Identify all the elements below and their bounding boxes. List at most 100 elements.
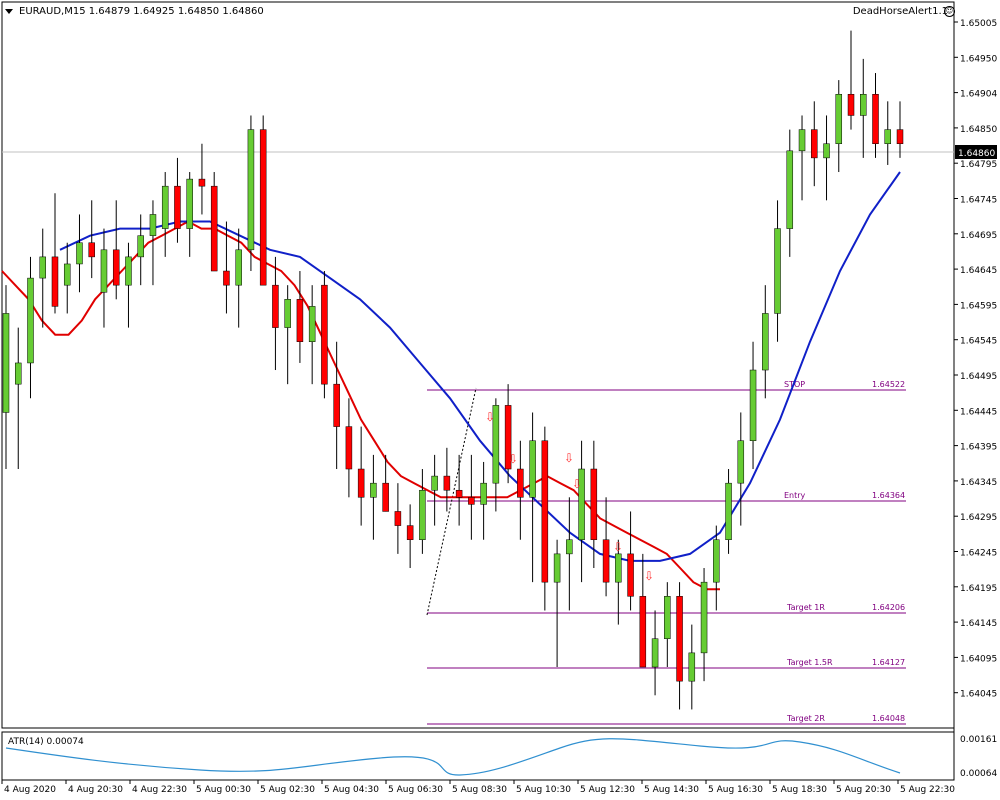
bear-candle <box>51 256 59 307</box>
level-value: 1.64522 <box>872 380 905 389</box>
bear-candle <box>394 511 402 526</box>
price-tick-label: 1.64695 <box>960 231 997 241</box>
level-value: 1.64048 <box>872 714 905 723</box>
bull-candle <box>737 440 745 484</box>
bull-candle <box>76 242 83 265</box>
time-tick-label: 5 Aug 12:30 <box>580 785 635 795</box>
price-chart[interactable]: STOP 1.64522Entry 1.64364Target 1R 1.64206T… <box>0 0 1000 800</box>
time-tick-label: 4 Aug 22:30 <box>132 785 187 795</box>
bull-candle <box>884 129 892 144</box>
atr-axis-label: 0.00161 <box>960 735 997 745</box>
bear-candle <box>872 93 879 144</box>
bear-candle <box>590 468 598 540</box>
bear-candle <box>357 468 365 498</box>
sell-signal-arrow-icon: ⇩ <box>613 540 623 554</box>
bear-candle <box>541 440 549 583</box>
bear-candle <box>321 284 328 385</box>
bear-candle <box>345 426 353 470</box>
bull-candle <box>651 638 659 668</box>
bull-candle <box>235 249 242 286</box>
price-tick-label: 1.64645 <box>960 266 997 276</box>
bear-candle <box>174 185 181 229</box>
time-tick-label: 5 Aug 10:30 <box>516 785 571 795</box>
time-tick-label: 5 Aug 02:30 <box>260 785 315 795</box>
sell-signal-arrow-icon: ⇩ <box>644 569 654 583</box>
bull-candle <box>553 553 561 583</box>
bull-candle <box>786 150 794 229</box>
bear-candle <box>272 284 279 328</box>
bull-candle <box>149 214 157 236</box>
bull-candle <box>431 475 438 491</box>
price-tick-label: 1.64145 <box>960 619 997 629</box>
price-tick-label: 1.64295 <box>960 513 997 523</box>
bear-candle <box>517 468 524 498</box>
symbol-info: EURAUD,M15 1.64879 1.64925 1.64850 1.648… <box>19 6 264 17</box>
symbol-dropdown-icon[interactable] <box>5 9 13 14</box>
bull-candle <box>774 228 781 314</box>
indicator-name: DeadHorseAlert1.1 <box>852 6 948 17</box>
bear-candle <box>382 482 389 512</box>
bear-candle <box>333 383 340 427</box>
time-tick-label: 5 Aug 08:30 <box>452 785 507 795</box>
price-tick-label: 1.64345 <box>960 478 997 488</box>
price-tick-label: 1.64595 <box>960 301 997 311</box>
level-name: Target 1.5R <box>786 658 833 667</box>
level-name: Target 2R <box>786 714 825 723</box>
bull-candle <box>566 539 573 555</box>
bull-candle <box>39 256 46 279</box>
bear-candle <box>259 129 267 286</box>
bear-candle <box>811 129 818 159</box>
current-price-label: 1.64860 <box>958 149 995 159</box>
sell-signal-arrow-icon: ⇩ <box>508 452 518 466</box>
bull-candle <box>615 553 622 583</box>
bull-candle <box>100 249 108 293</box>
bull-candle <box>419 489 426 540</box>
price-tick-label: 1.64045 <box>960 690 997 700</box>
price-tick-label: 1.64795 <box>960 160 997 170</box>
smiley-face-icon[interactable]: ☺ <box>944 6 955 17</box>
time-tick-label: 5 Aug 14:30 <box>644 785 699 795</box>
sell-signal-arrow-icon: ⇩ <box>485 410 495 424</box>
bear-candle <box>639 596 647 668</box>
level-value: 1.64127 <box>872 658 905 667</box>
time-tick-label: 5 Aug 04:30 <box>324 785 379 795</box>
bull-candle <box>835 93 843 144</box>
bull-candle <box>14 362 22 385</box>
time-tick-label: 5 Aug 18:30 <box>772 785 827 795</box>
price-tick-label: 1.64850 <box>960 125 997 135</box>
bull-candle <box>725 482 732 540</box>
price-tick-label: 1.64745 <box>960 196 997 206</box>
price-tick-label: 1.65005 <box>960 19 997 29</box>
price-tick-label: 1.64095 <box>960 654 997 664</box>
bear-candle <box>112 249 120 286</box>
time-tick-label: 4 Aug 20:30 <box>68 785 123 795</box>
time-tick-label: 5 Aug 00:30 <box>196 785 251 795</box>
bear-candle <box>602 539 610 583</box>
bull-candle <box>749 369 757 441</box>
bear-candle <box>468 497 475 505</box>
bear-candle <box>847 93 855 116</box>
bull-candle <box>713 539 720 583</box>
price-tick-label: 1.64904 <box>960 90 997 100</box>
bear-candle <box>676 596 683 682</box>
bull-candle <box>125 256 132 286</box>
time-tick-label: 5 Aug 06:30 <box>388 785 443 795</box>
bear-candle <box>443 475 451 491</box>
level-name: Entry <box>784 491 806 500</box>
sell-signal-arrow-icon: ⇩ <box>564 451 574 465</box>
bull-candle <box>27 277 34 364</box>
bear-candle <box>406 525 414 540</box>
bull-candle <box>2 313 10 413</box>
bull-candle <box>798 129 806 152</box>
level-name: Target 1R <box>786 603 825 612</box>
bear-candle <box>296 299 304 342</box>
bear-candle <box>198 178 206 187</box>
time-tick-label: 4 Aug 2020 <box>4 785 56 795</box>
sell-signal-arrow-icon: ⇩ <box>572 477 582 491</box>
bull-candle <box>137 235 144 258</box>
price-tick-label: 1.64395 <box>960 443 997 453</box>
bear-candle <box>88 242 95 258</box>
level-value: 1.64364 <box>872 491 905 500</box>
bull-candle <box>700 581 708 654</box>
bull-candle <box>480 482 487 505</box>
